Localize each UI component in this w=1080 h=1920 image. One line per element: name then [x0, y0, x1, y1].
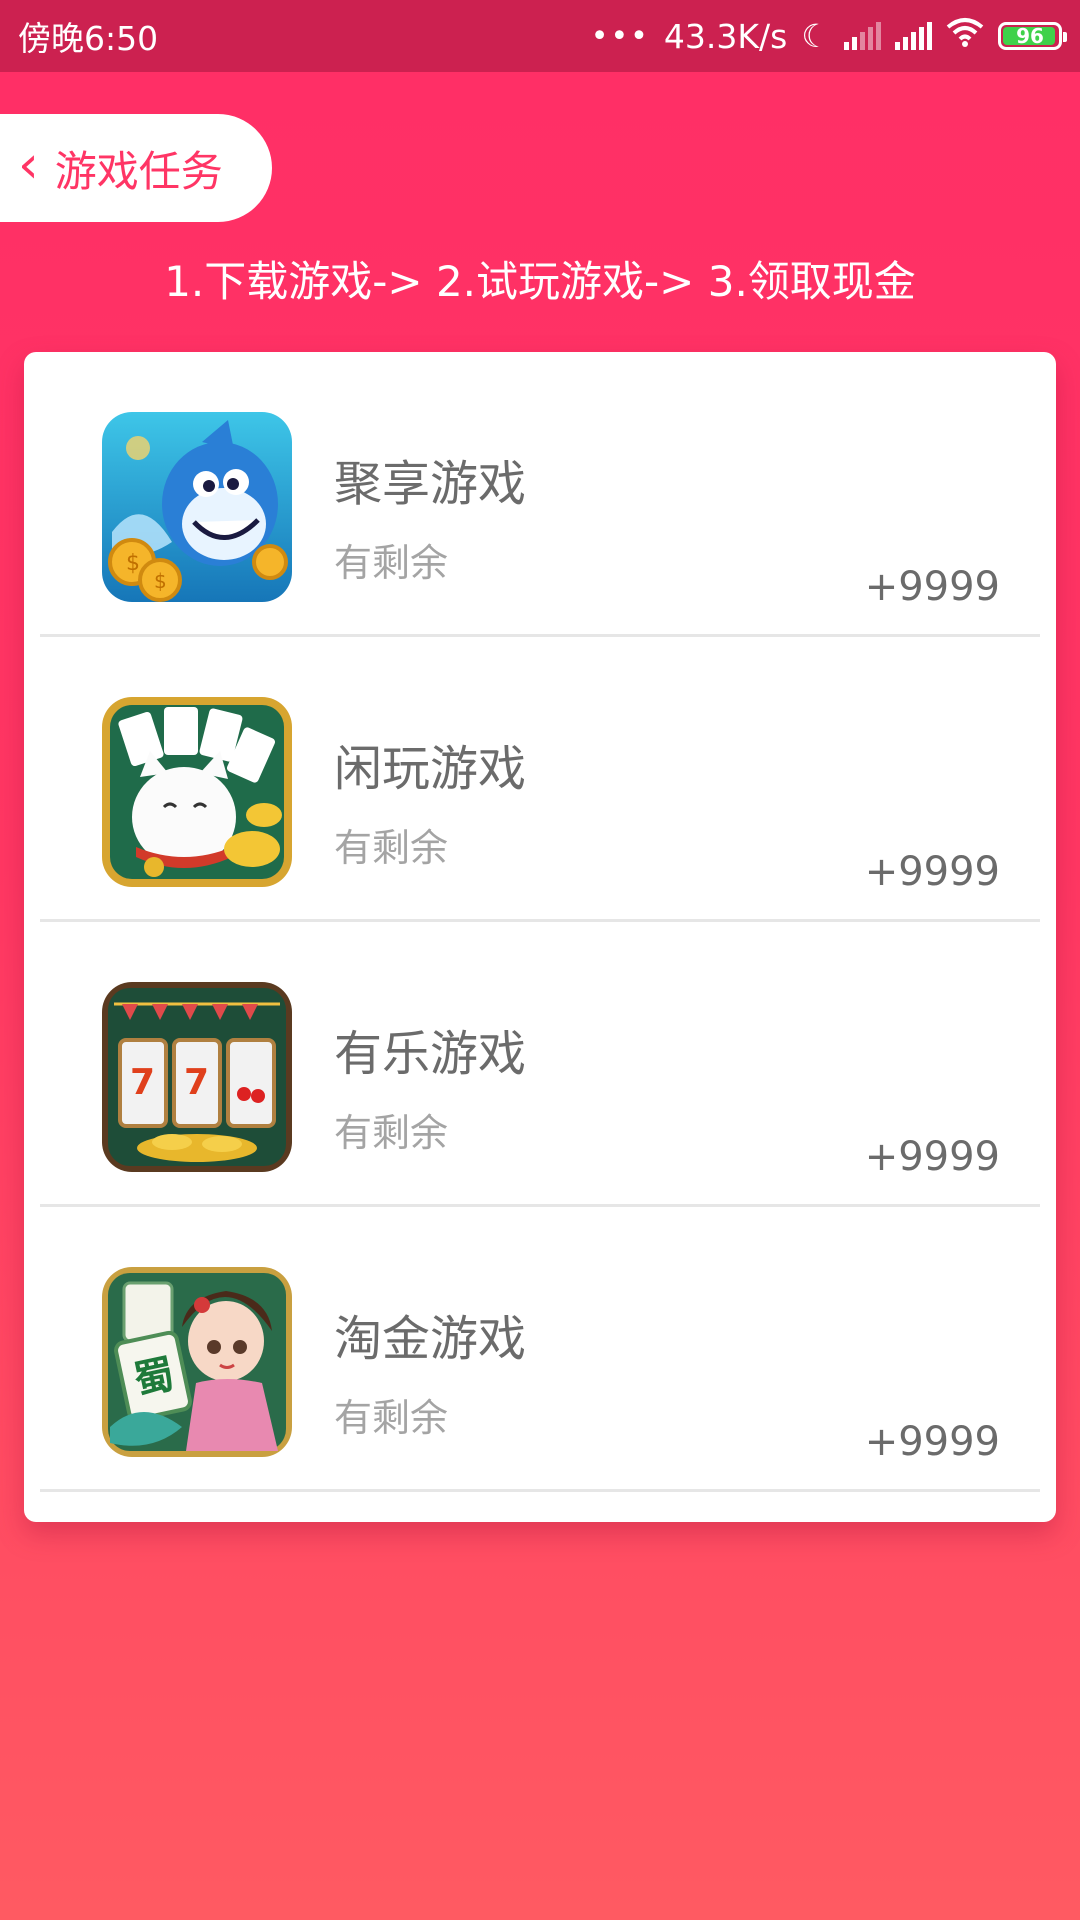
- game-item-2[interactable]: 闲玩游戏 有剩余 +9999: [40, 637, 1040, 922]
- signal-icon: [895, 22, 932, 50]
- svg-text:$: $: [126, 551, 140, 576]
- game-reward: +9999: [864, 564, 1000, 610]
- game-status: 有剩余: [334, 1396, 449, 1440]
- slot-machine-icon: 7 7: [102, 982, 292, 1172]
- game-status: 有剩余: [334, 826, 449, 870]
- wifi-icon: [946, 17, 984, 55]
- svg-text:7: 7: [184, 1062, 209, 1103]
- svg-text:$: $: [154, 569, 167, 593]
- chevron-left-icon: ‹: [18, 135, 39, 195]
- shark-game-icon: $ $: [102, 412, 292, 602]
- game-reward: +9999: [864, 849, 1000, 895]
- battery-icon: 96: [998, 22, 1067, 50]
- game-status: 有剩余: [334, 541, 449, 585]
- lucky-cat-cards-icon: [102, 697, 292, 887]
- status-icons: ••• 43.3K/s ☾ 96: [590, 16, 1067, 56]
- game-list-card: $ $ 聚享游戏 有剩余 +9999 闲玩游戏 有剩余 +9999 7 7 有乐…: [24, 352, 1056, 1522]
- status-bar: 傍晚6:50 ••• 43.3K/s ☾ 96: [0, 0, 1080, 72]
- svg-text:7: 7: [130, 1062, 155, 1103]
- game-name: 淘金游戏: [334, 1311, 527, 1367]
- game-name: 闲玩游戏: [334, 741, 527, 797]
- page-title: 游戏任务: [54, 146, 223, 196]
- dots-icon: •••: [590, 18, 650, 54]
- status-time: 傍晚6:50: [18, 19, 159, 58]
- mahjong-girl-icon: 蜀: [102, 1267, 292, 1457]
- game-name: 有乐游戏: [334, 1026, 527, 1082]
- network-speed: 43.3K/s: [663, 16, 788, 56]
- game-status: 有剩余: [334, 1111, 449, 1155]
- game-name: 聚享游戏: [334, 456, 527, 512]
- game-item-3[interactable]: 7 7 有乐游戏 有剩余 +9999: [40, 922, 1040, 1207]
- game-reward: +9999: [864, 1134, 1000, 1180]
- back-button[interactable]: ‹ 游戏任务: [0, 114, 272, 222]
- battery-level: 96: [1016, 24, 1044, 48]
- game-item-1[interactable]: $ $ 聚享游戏 有剩余 +9999: [40, 352, 1040, 637]
- moon-icon: ☾: [801, 17, 830, 55]
- signal-icon: [844, 22, 881, 50]
- game-item-4[interactable]: 蜀 淘金游戏 有剩余 +9999: [40, 1207, 1040, 1492]
- game-reward: +9999: [864, 1419, 1000, 1465]
- steps-instructions: 1.下载游戏-> 2.试玩游戏-> 3.领取现金: [164, 257, 916, 306]
